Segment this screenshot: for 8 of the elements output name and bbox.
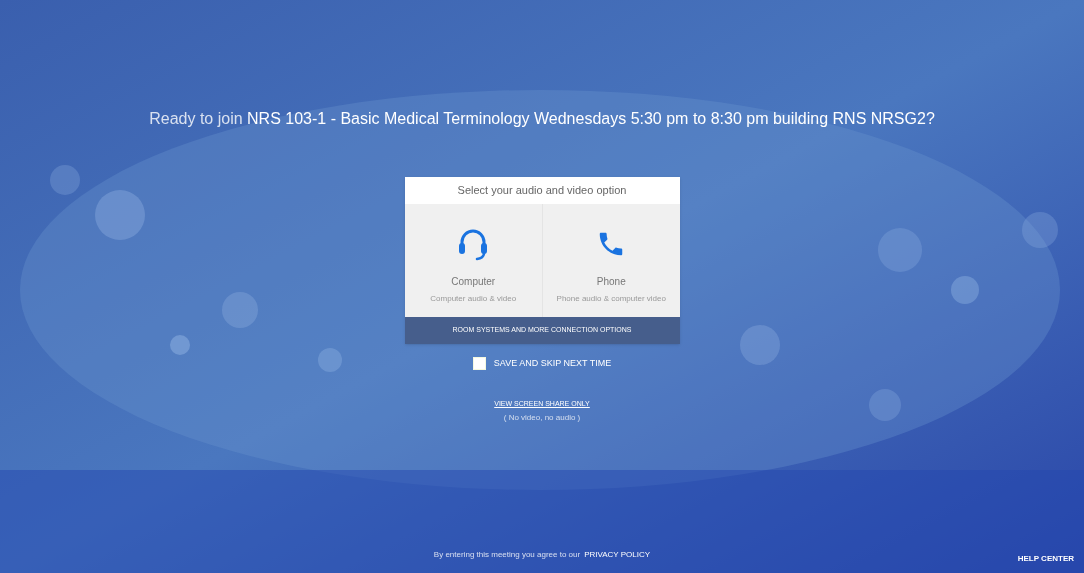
checkbox-label: SAVE AND SKIP NEXT TIME [493, 357, 612, 370]
dialog-title: Select your audio and video option [404, 177, 680, 204]
privacy-policy-link[interactable]: PRIVACY POLICY [584, 549, 651, 561]
screen-share-note: ( No video, no audio ) [503, 412, 581, 424]
meeting-heading: Ready to join NRS 103-1 - Basic Medical Terminology Wednesdays 5:30 pm to 8:30 pm building RNS NRSG2? [149, 109, 935, 129]
help-center-link[interactable]: HELP CENTER [1017, 553, 1074, 565]
audio-option[interactable]: Computer Computer audio & video [404, 204, 542, 317]
agreement-text: By entering this meeting you agree to our [433, 549, 581, 561]
